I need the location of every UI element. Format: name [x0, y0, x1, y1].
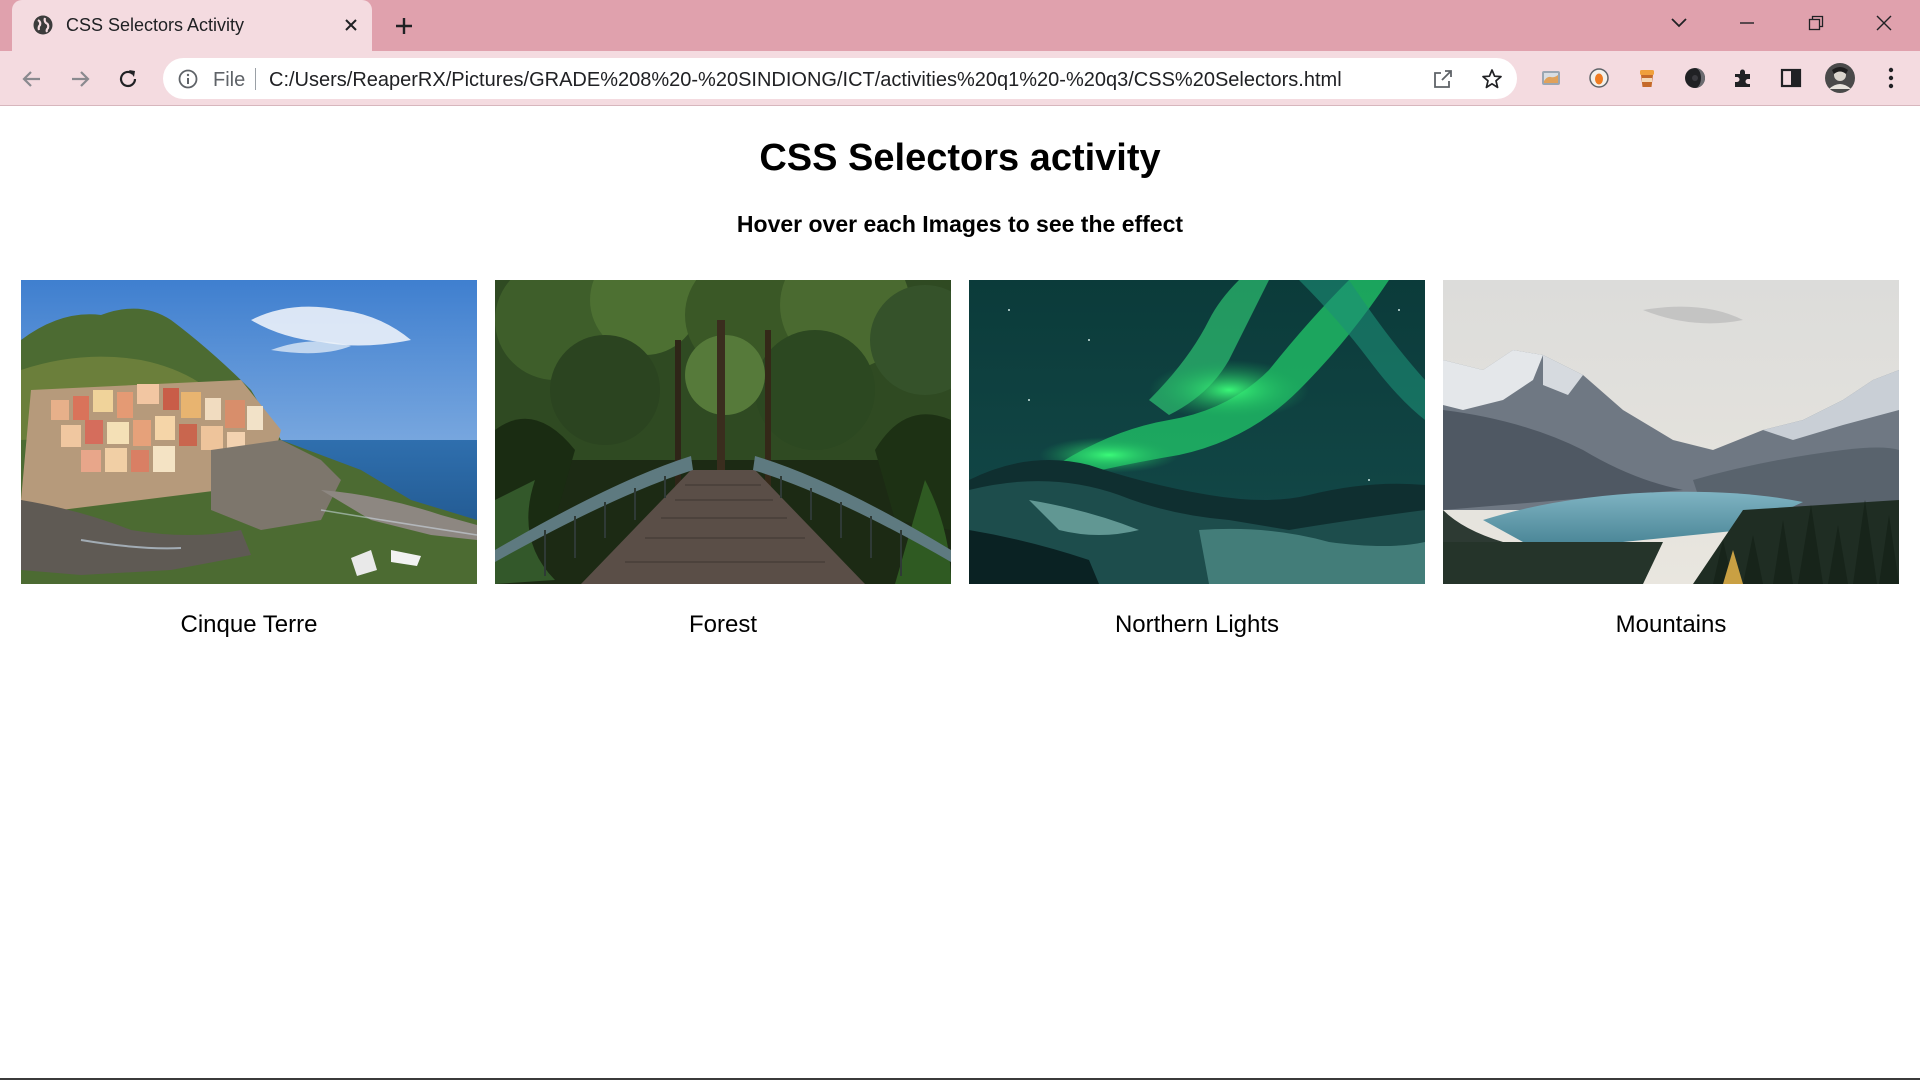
- address-bar[interactable]: File C:/Users/ReaperRX/Pictures/GRADE%20…: [163, 58, 1517, 99]
- bookmark-star-icon[interactable]: [1480, 67, 1504, 91]
- extensions-puzzle-icon[interactable]: [1729, 64, 1757, 92]
- url-text[interactable]: C:/Users/ReaperRX/Pictures/GRADE%208%20-…: [269, 69, 1342, 92]
- restore-icon[interactable]: [1798, 8, 1834, 38]
- card-caption: Mountains: [1615, 611, 1727, 638]
- cast-extension-icon[interactable]: [1537, 64, 1565, 92]
- gallery-card-mountains[interactable]: Mountains: [1443, 280, 1899, 639]
- tab-title: CSS Selectors Activity: [66, 15, 245, 35]
- browser-titlebar: CSS Selectors Activity: [0, 0, 1920, 51]
- card-caption: Northern Lights: [1114, 611, 1280, 638]
- gallery-card-northern-lights[interactable]: Northern Lights: [969, 280, 1425, 639]
- profile-avatar-icon[interactable]: [1823, 61, 1857, 95]
- forward-icon[interactable]: [64, 63, 96, 95]
- gallery-card-forest[interactable]: Forest: [495, 280, 951, 639]
- gallery-card-cinque-terre[interactable]: Cinque Terre: [21, 280, 477, 639]
- close-window-icon[interactable]: [1866, 8, 1902, 38]
- tab-search-icon[interactable]: [1661, 8, 1697, 38]
- new-tab-icon[interactable]: [390, 12, 418, 40]
- page-subtitle: Hover over each Images to see the effect: [736, 211, 1184, 237]
- coastal-village-photo[interactable]: [21, 280, 477, 584]
- info-icon[interactable]: [177, 68, 199, 90]
- dark-mode-extension-icon[interactable]: [1681, 64, 1709, 92]
- card-caption: Cinque Terre: [180, 611, 318, 638]
- browser-toolbar: File C:/Users/ReaperRX/Pictures/GRADE%20…: [0, 51, 1920, 106]
- address-separator: [255, 68, 256, 90]
- globe-icon: [32, 14, 54, 36]
- browser-tab[interactable]: CSS Selectors Activity: [12, 0, 372, 51]
- share-icon[interactable]: [1431, 67, 1455, 91]
- page-content: CSS Selectors activity Hover over each I…: [0, 107, 1920, 1078]
- menu-kebab-icon[interactable]: [1877, 64, 1905, 92]
- side-panel-icon[interactable]: [1777, 64, 1805, 92]
- back-icon[interactable]: [16, 63, 48, 95]
- page-title: CSS Selectors activity: [759, 137, 1161, 179]
- coffee-extension-icon[interactable]: [1633, 64, 1661, 92]
- card-caption: Forest: [688, 611, 757, 638]
- scheme-label: File: [213, 69, 246, 91]
- mountain-lake-photo[interactable]: [1443, 280, 1899, 584]
- close-tab-icon[interactable]: [338, 12, 364, 38]
- honey-extension-icon[interactable]: [1585, 64, 1613, 92]
- forest-bridge-photo[interactable]: [495, 280, 951, 584]
- aurora-photo[interactable]: [969, 280, 1425, 584]
- minimize-icon[interactable]: [1729, 8, 1765, 38]
- reload-icon[interactable]: [112, 63, 144, 95]
